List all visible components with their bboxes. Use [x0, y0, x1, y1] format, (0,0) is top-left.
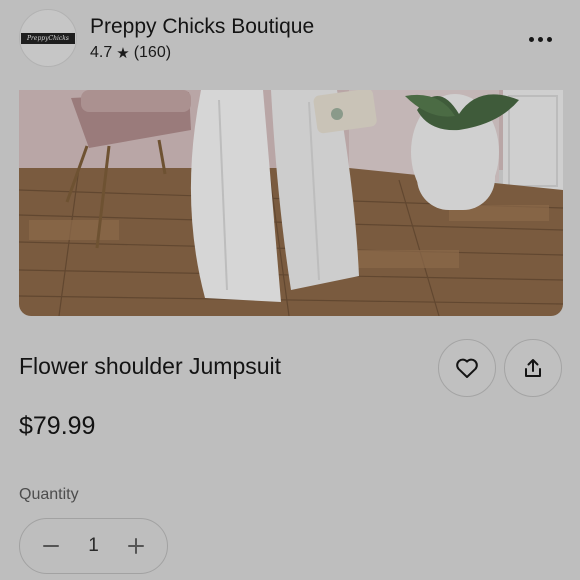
decrease-button[interactable] — [40, 535, 62, 557]
more-icon-dot — [546, 36, 552, 42]
increase-button[interactable] — [125, 535, 147, 557]
shop-logo-text: PreppyChicks — [21, 32, 75, 44]
favorite-button[interactable] — [438, 339, 496, 397]
more-options-button[interactable] — [520, 24, 560, 54]
shop-logo[interactable]: PreppyChicks — [19, 9, 77, 67]
share-icon — [525, 359, 541, 377]
star-icon: ★ — [116, 45, 130, 62]
product-title: Flower shoulder Jumpsuit — [19, 353, 282, 379]
shop-rating[interactable]: 4.7 ★ (160) — [90, 44, 171, 62]
product-image[interactable] — [19, 90, 563, 316]
share-button[interactable] — [504, 339, 562, 397]
minus-icon — [43, 545, 59, 547]
heart-icon — [456, 358, 478, 378]
quantity-stepper[interactable]: 1 — [19, 518, 168, 574]
quantity-value: 1 — [88, 535, 99, 556]
shop-header: PreppyChicks Preppy Chicks Boutique 4.7 … — [0, 0, 580, 80]
more-icon — [528, 36, 534, 42]
quantity-label: Quantity — [19, 486, 79, 503]
more-icon-dot — [537, 36, 543, 42]
shop-name[interactable]: Preppy Chicks Boutique — [90, 15, 314, 39]
product-price: $79.99 — [19, 412, 96, 440]
plus-icon — [127, 538, 144, 554]
review-count: (160) — [133, 44, 172, 61]
rating-value: 4.7 — [90, 44, 113, 61]
product-photo-illustration — [19, 90, 563, 316]
